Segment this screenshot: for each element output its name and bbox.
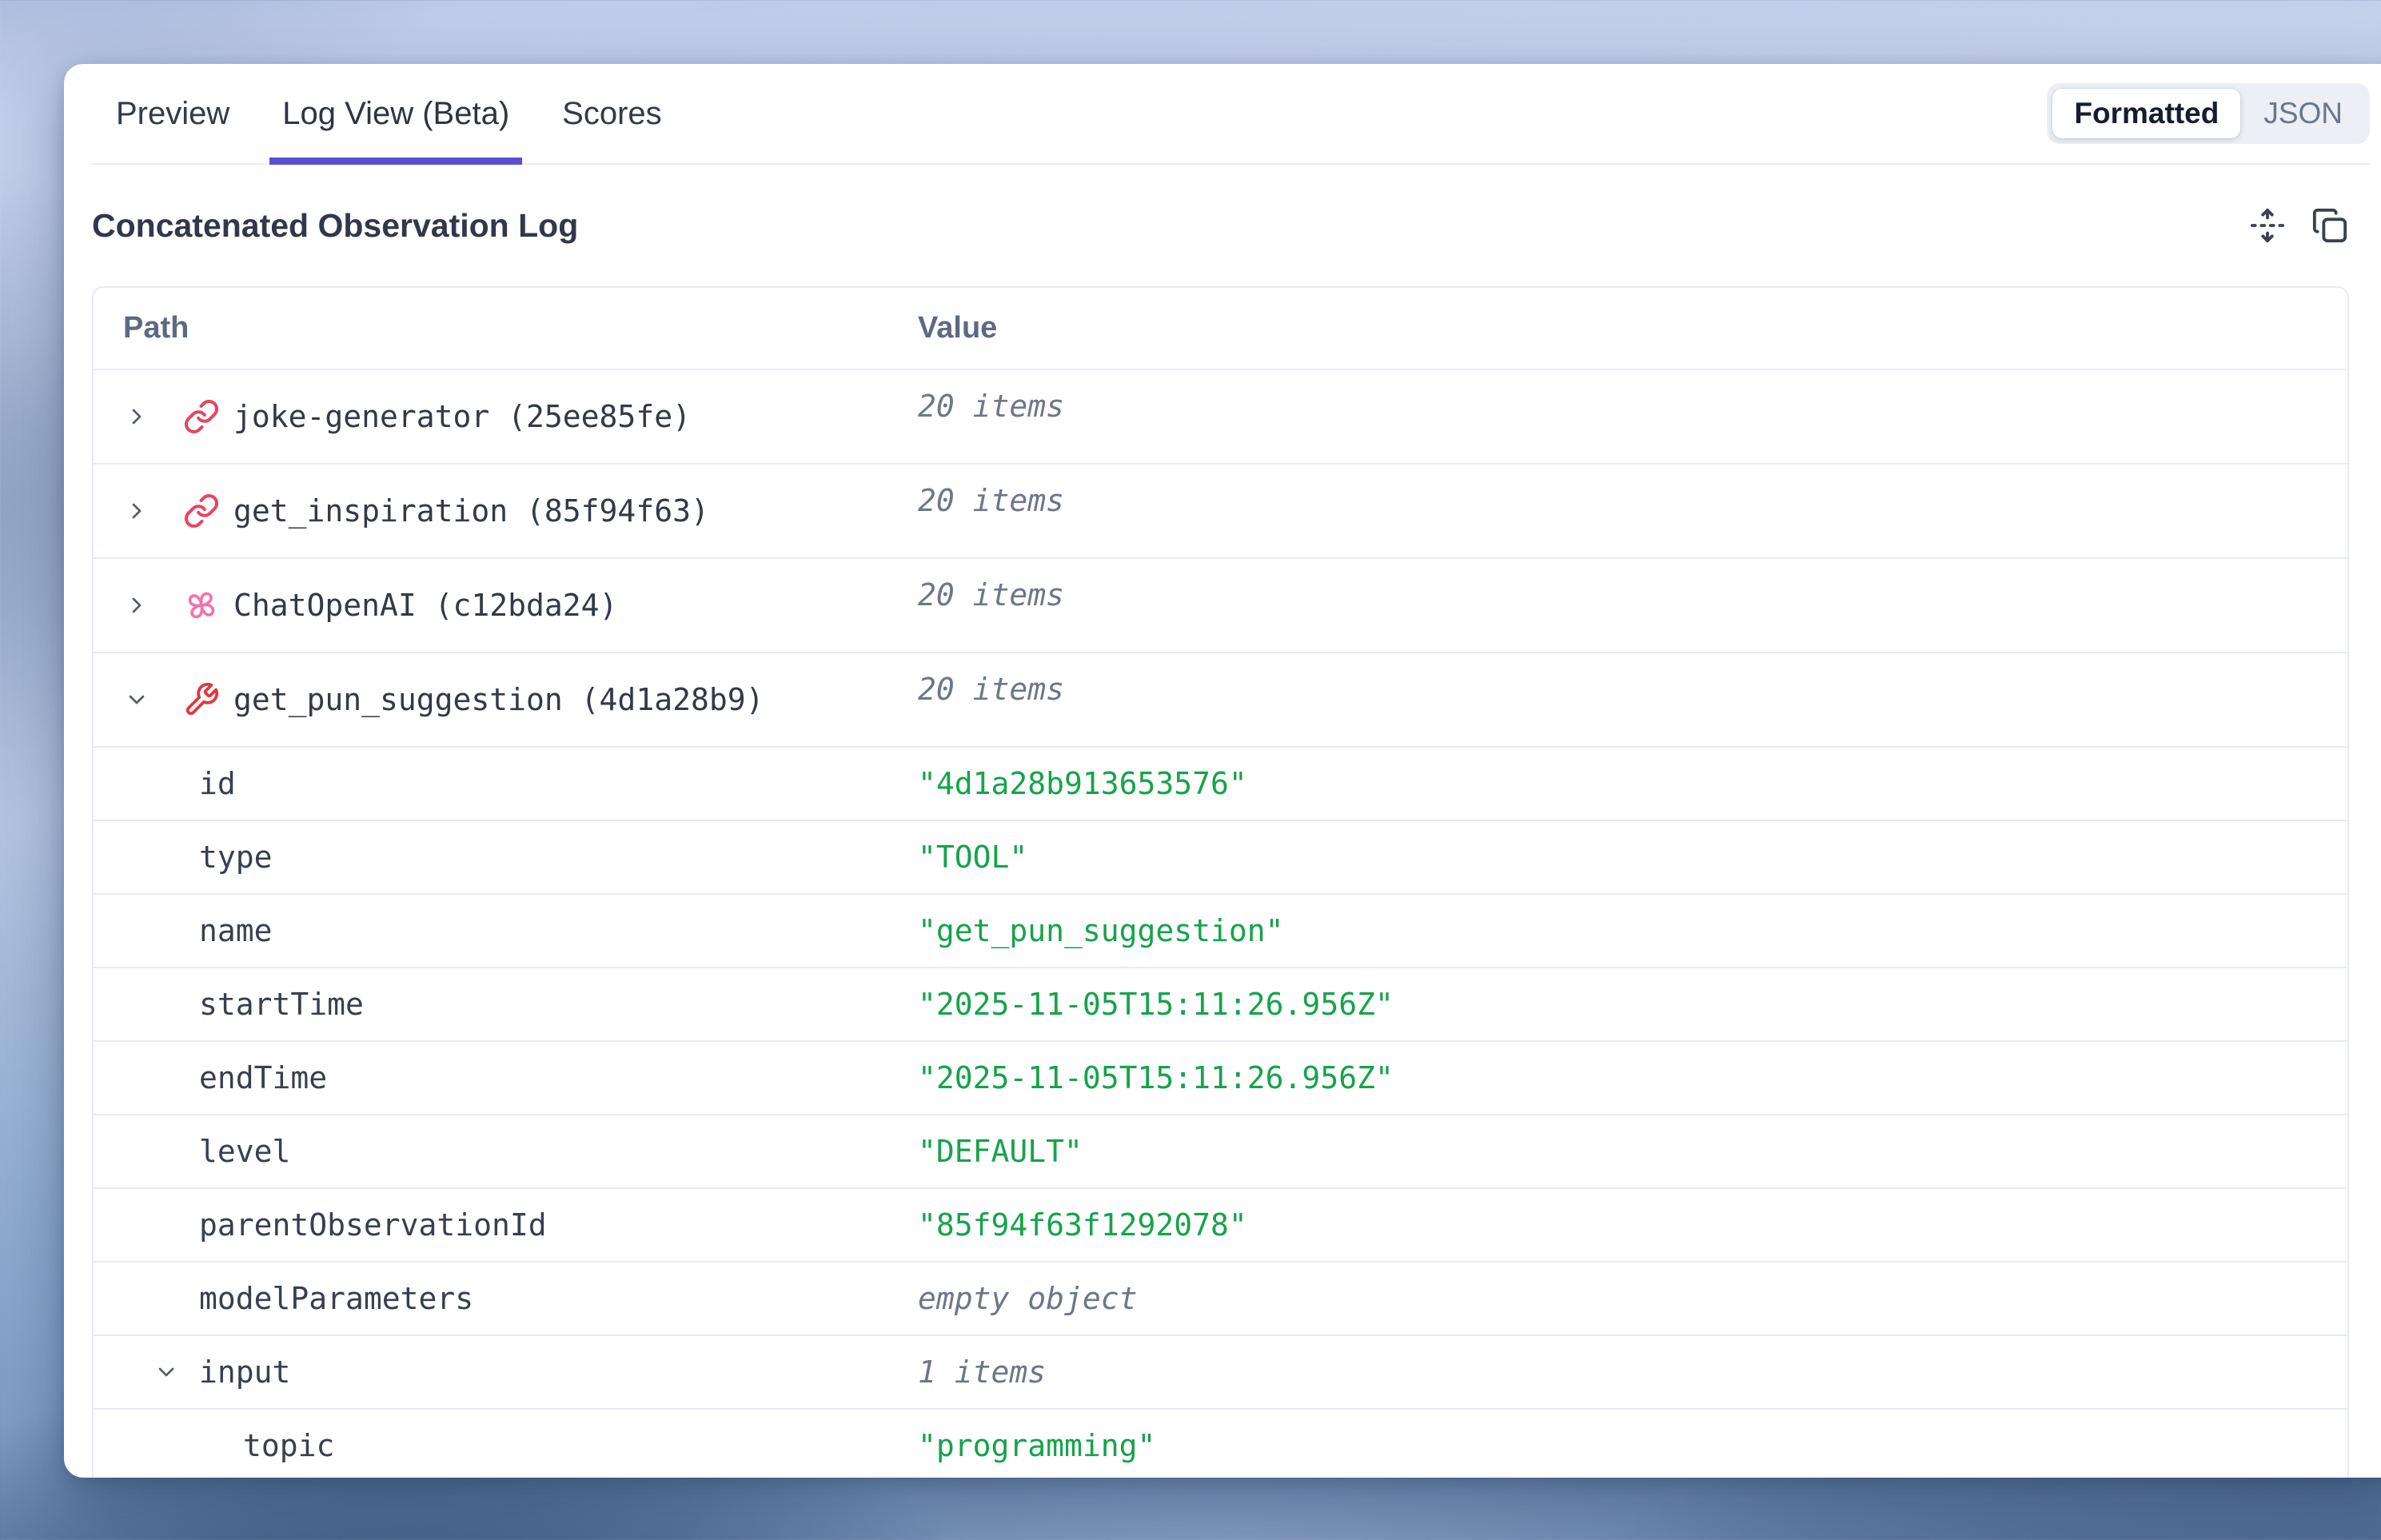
path-cell: endTime [94,1042,918,1114]
indent-spacer [154,1078,179,1079]
path-key: get_pun_suggestion (4d1a28b9) [233,682,764,717]
toggle-option-json[interactable]: JSON [2242,89,2364,138]
path-key: id [199,766,236,801]
pinwheel-icon [183,587,220,624]
observation-log-table: Path Value joke-generator (25ee85fe) 20 i… [92,286,2349,1478]
path-cell: get_pun_suggestion (4d1a28b9) [94,653,918,746]
log-row: topic "programming" [94,1410,2347,1478]
log-row: name "get_pun_suggestion" [94,895,2347,968]
tab-log-view-beta[interactable]: Log View (Beta) [269,64,522,163]
trace-detail-card: Preview Log View (Beta) Scores FormattedJSO… [64,64,2381,1478]
chevron-down-icon[interactable] [124,687,150,712]
path-key: joke-generator (25ee85fe) [233,399,691,434]
log-row: id "4d1a28b913653576" [94,748,2347,821]
value-cell: "85f94f63f1292078" [918,1189,2347,1261]
value-cell: "TOOL" [918,821,2347,893]
column-header-path: Path [94,311,918,345]
chevron-down-icon[interactable] [154,1359,179,1385]
path-key: startTime [199,987,364,1022]
path-cell: topic [94,1410,918,1478]
path-key: parentObservationId [199,1207,547,1243]
path-key: modelParameters [199,1281,473,1316]
log-row[interactable]: get_pun_suggestion (4d1a28b9) 20 items [94,653,2347,748]
path-cell: joke-generator (25ee85fe) [94,370,918,463]
path-cell: id [94,748,918,820]
path-cell: type [94,821,918,893]
path-key: get_inspiration (85f94f63) [233,493,709,529]
link-icon [183,398,220,435]
log-row[interactable]: get_inspiration (85f94f63) 20 items [94,465,2347,559]
unfold-vertical-icon[interactable] [2248,206,2287,245]
value-cell: 1 items [918,1336,2347,1408]
value-cell: "get_pun_suggestion" [918,895,2347,967]
format-toggle: FormattedJSON [2047,83,2370,144]
path-cell: name [94,895,918,967]
log-row[interactable]: joke-generator (25ee85fe) 20 items [94,370,2347,465]
toggle-option-formatted[interactable]: Formatted [2052,89,2240,138]
indent-spacer [154,931,179,932]
path-key: endTime [199,1060,327,1095]
chevron-right-icon[interactable] [124,404,150,429]
value-cell: "DEFAULT" [918,1115,2347,1187]
value-cell: 20 items [918,370,2347,463]
wrench-icon [183,681,220,718]
path-cell: get_inspiration (85f94f63) [94,465,918,557]
path-key: ChatOpenAI (c12bda24) [233,588,617,623]
log-row: level "DEFAULT" [94,1115,2347,1189]
value-cell: "4d1a28b913653576" [918,748,2347,820]
log-row: type "TOOL" [94,821,2347,895]
value-cell: empty object [918,1263,2347,1335]
path-cell: level [94,1115,918,1187]
path-cell: modelParameters [94,1263,918,1335]
log-row: endTime "2025-11-05T15:11:26.956Z" [94,1042,2347,1115]
log-row[interactable]: input 1 items [94,1336,2347,1410]
copy-icon[interactable] [2311,206,2349,245]
path-key: name [199,913,273,948]
tab-bar: Preview Log View (Beta) Scores FormattedJSO… [90,64,2370,165]
value-cell: "programming" [918,1410,2347,1478]
path-key: level [199,1134,290,1169]
log-row: startTime "2025-11-05T15:11:26.956Z" [94,968,2347,1042]
table-header-row: Path Value [94,288,2347,370]
indent-spacer [154,857,179,858]
tab-preview[interactable]: Preview [103,64,242,163]
section-header: Concatenated Observation Log [92,165,2349,286]
path-cell: ChatOpenAI (c12bda24) [94,559,918,652]
log-row: parentObservationId "85f94f63f1292078" [94,1189,2347,1263]
tab-scores[interactable]: Scores [549,64,675,163]
log-row[interactable]: ChatOpenAI (c12bda24) 20 items [94,559,2347,653]
value-cell: 20 items [918,465,2347,557]
path-key: topic [243,1428,334,1463]
path-cell: input [94,1336,918,1408]
path-cell: parentObservationId [94,1189,918,1261]
value-cell: "2025-11-05T15:11:26.956Z" [918,968,2347,1040]
page-title: Concatenated Observation Log [92,207,578,245]
value-cell: 20 items [918,653,2347,746]
column-header-value: Value [918,311,2347,345]
path-key: input [199,1354,290,1390]
indent-spacer [154,1151,179,1152]
header-actions [2248,206,2349,245]
indent-spacer [154,1225,179,1226]
chevron-right-icon[interactable] [124,498,150,524]
log-table-body: joke-generator (25ee85fe)20 itemsget_ins… [94,370,2347,1478]
chevron-right-icon[interactable] [124,592,150,618]
indent-spacer [154,1004,179,1005]
link-icon [183,493,220,529]
value-cell: 20 items [918,559,2347,652]
value-cell: "2025-11-05T15:11:26.956Z" [918,1042,2347,1114]
path-key: type [199,840,273,875]
path-cell: startTime [94,968,918,1040]
log-row: modelParameters empty object [94,1263,2347,1336]
